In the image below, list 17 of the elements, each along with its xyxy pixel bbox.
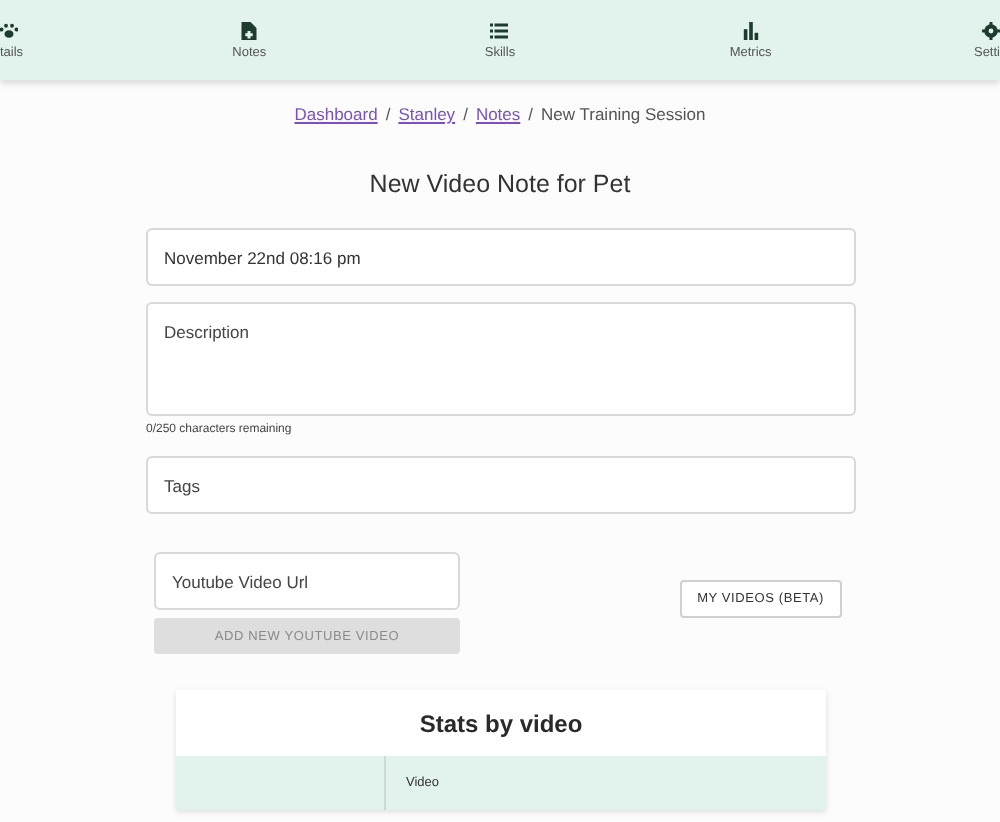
breadcrumb-link[interactable]: Dashboard — [294, 104, 378, 124]
breadcrumb-link[interactable]: Notes — [475, 104, 521, 124]
note-add-icon — [240, 21, 259, 39]
paw-icon — [0, 21, 18, 39]
breadcrumb-separator: / — [528, 104, 534, 124]
date-field[interactable]: November 22nd 08:16 pm — [146, 228, 856, 286]
bar-chart-icon — [741, 21, 760, 39]
description-field[interactable]: Description — [146, 302, 856, 416]
stats-title: Stats by video — [417, 708, 585, 742]
list-icon — [490, 21, 509, 39]
breadcrumb-current: New Training Session — [541, 104, 706, 124]
breadcrumb-link[interactable]: Stanley — [398, 104, 456, 124]
youtube-url-field[interactable]: Youtube Video Url — [154, 552, 460, 610]
page-title: New Video Note for Pet — [367, 170, 633, 198]
tags-field[interactable]: Tags — [146, 456, 856, 514]
breadcrumb-separator: / — [463, 104, 468, 124]
breadcrumb-separator: / — [385, 104, 391, 124]
